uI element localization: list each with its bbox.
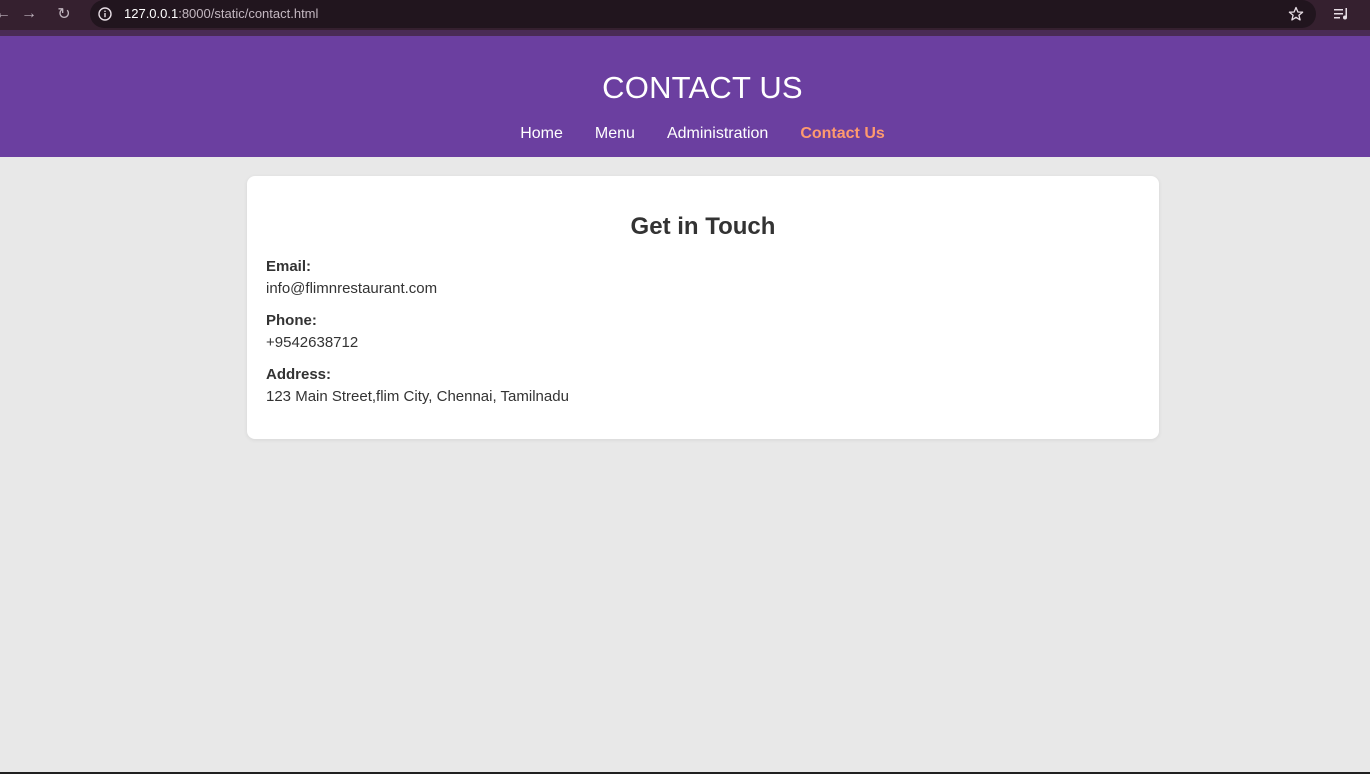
contact-card: Get in Touch Email: info@flimnrestaurant…	[247, 176, 1159, 439]
back-icon[interactable]: ←	[0, 0, 14, 28]
phone-label: Phone:	[266, 312, 317, 329]
url-path: :8000/static/contact.html	[178, 6, 319, 21]
reload-icon[interactable]: ↻	[53, 0, 75, 28]
main-navigation: Home Menu Administration Contact Us	[0, 125, 1370, 143]
media-control-icon[interactable]	[1333, 6, 1351, 22]
nav-link-administration[interactable]: Administration	[651, 125, 784, 143]
address-value: 123 Main Street,flim City, Chennai, Tami…	[266, 388, 569, 405]
site-header: CONTACT US Home Menu Administration Cont…	[0, 36, 1370, 157]
nav-link-contact-us[interactable]: Contact Us	[784, 125, 900, 143]
phone-value: +9542638712	[266, 334, 359, 351]
address-bar[interactable]: 127.0.0.1:8000/static/contact.html	[90, 0, 1316, 28]
forward-icon[interactable]: →	[18, 0, 40, 28]
address-block: Address: 123 Main Street,flim City, Chen…	[266, 364, 569, 408]
email-label: Email:	[266, 258, 312, 275]
site-info-icon[interactable]	[98, 7, 112, 21]
email-value: info@flimnrestaurant.com	[266, 280, 438, 297]
email-block: Email: info@flimnrestaurant.com	[266, 256, 437, 300]
bookmark-star-icon[interactable]	[1288, 6, 1304, 22]
nav-link-menu[interactable]: Menu	[579, 125, 651, 143]
page-title: CONTACT US	[602, 70, 803, 105]
url-host: 127.0.0.1	[124, 6, 179, 21]
contact-heading: Get in Touch	[630, 213, 776, 240]
address-label: Address:	[266, 366, 332, 383]
nav-link-home[interactable]: Home	[504, 125, 579, 143]
url-text[interactable]: 127.0.0.1:8000/static/contact.html	[124, 6, 318, 21]
phone-block: Phone: +9542638712	[266, 310, 358, 354]
browser-toolbar: ← → ↻ 127.0.0.1:8000/static/contact.html	[0, 0, 1370, 30]
